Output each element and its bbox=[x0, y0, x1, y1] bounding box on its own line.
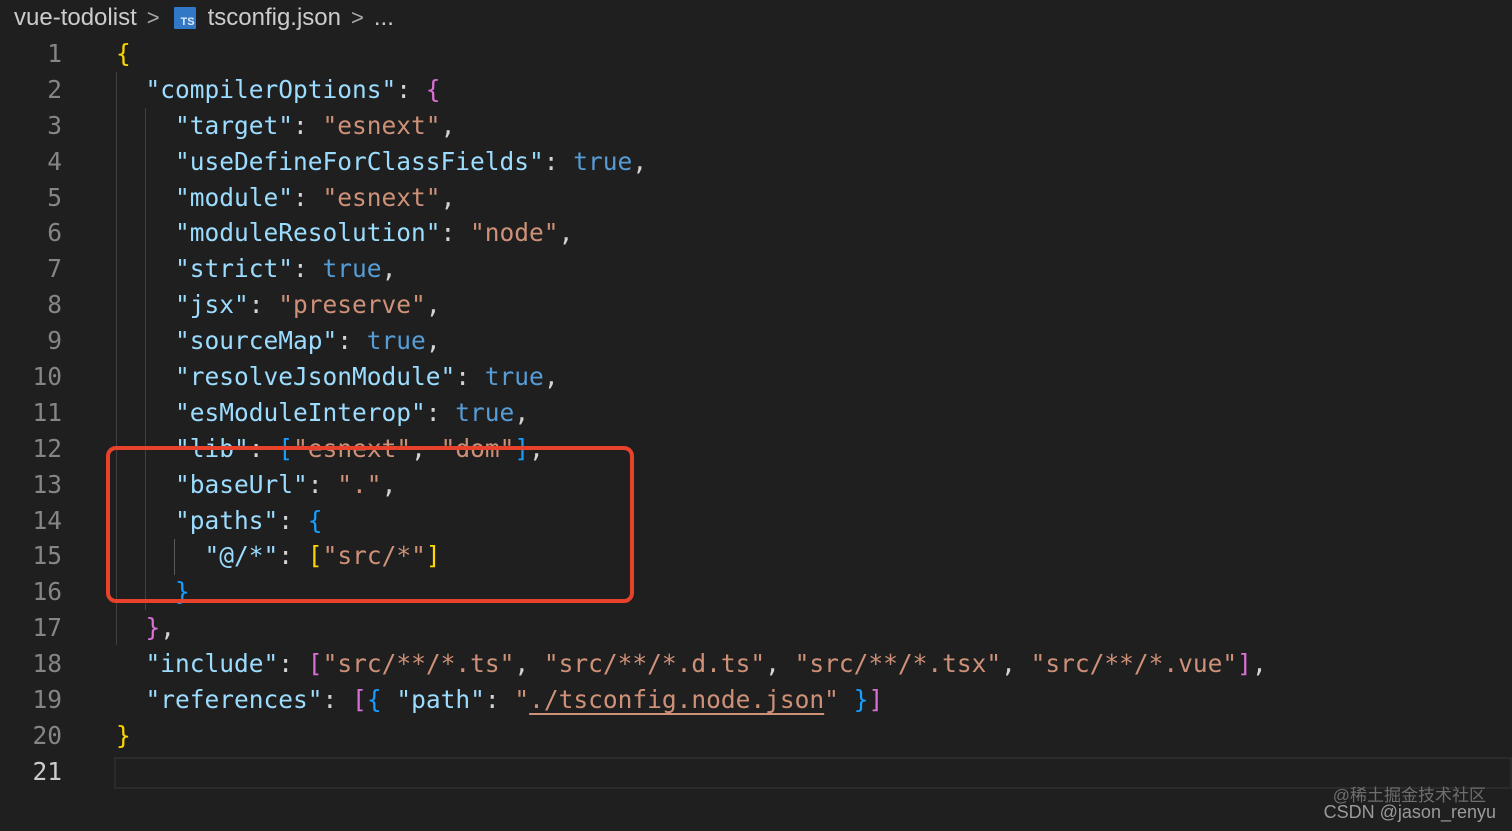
code-line[interactable]: 7 "strict": true, bbox=[0, 251, 1512, 287]
line-number: 19 bbox=[32, 685, 62, 715]
code-text: "include": ["src/**/*.ts", "src/**/*.d.t… bbox=[145, 649, 1267, 679]
code-line[interactable]: 1{ bbox=[0, 36, 1512, 72]
line-number: 8 bbox=[47, 290, 62, 320]
line-number: 7 bbox=[47, 254, 62, 284]
code-line[interactable]: 11 "esModuleInterop": true, bbox=[0, 395, 1512, 431]
line-number: 21 bbox=[32, 756, 62, 786]
line-number: 5 bbox=[47, 182, 62, 212]
code-line[interactable]: 10 "resolveJsonModule": true, bbox=[0, 359, 1512, 395]
line-number: 3 bbox=[47, 110, 62, 140]
code-line[interactable]: 3 "target": "esnext", bbox=[0, 108, 1512, 144]
breadcrumb: vue-todolist > TS tsconfig.json > ... bbox=[0, 0, 1512, 36]
breadcrumb-more[interactable]: ... bbox=[374, 4, 394, 32]
breadcrumb-file[interactable]: tsconfig.json bbox=[208, 4, 341, 32]
code-editor[interactable]: 1{2 "compilerOptions": {3 "target": "esn… bbox=[0, 36, 1512, 790]
line-number: 4 bbox=[47, 146, 62, 176]
watermark-csdn: CSDN @jason_renyu bbox=[1323, 802, 1496, 822]
line-number: 6 bbox=[47, 218, 62, 248]
code-text: "esModuleInterop": true, bbox=[175, 397, 530, 427]
code-text: "moduleResolution": "node", bbox=[175, 218, 574, 248]
line-number: 10 bbox=[32, 362, 62, 392]
code-text: "strict": true, bbox=[175, 254, 397, 284]
code-line[interactable]: 4 "useDefineForClassFields": true, bbox=[0, 144, 1512, 180]
line-number: 11 bbox=[32, 397, 62, 427]
code-text: "compilerOptions": { bbox=[145, 74, 441, 104]
code-line[interactable]: 20} bbox=[0, 718, 1512, 754]
code-text: { bbox=[116, 39, 131, 68]
code-text: }, bbox=[145, 613, 176, 643]
code-text: "references": [{ "path": "./tsconfig.nod… bbox=[145, 685, 884, 715]
line-number: 12 bbox=[32, 433, 62, 463]
typescript-file-icon: TS bbox=[173, 7, 196, 29]
code-line[interactable]: 6 "moduleResolution": "node", bbox=[0, 215, 1512, 251]
line-number: 16 bbox=[32, 577, 62, 607]
line-number: 2 bbox=[47, 74, 62, 104]
line-number: 17 bbox=[32, 613, 62, 643]
line-number: 1 bbox=[47, 39, 62, 68]
chevron-right-icon: > bbox=[351, 5, 364, 30]
code-line[interactable]: 8 "jsx": "preserve", bbox=[0, 287, 1512, 323]
code-text: } bbox=[116, 720, 131, 750]
annotation-highlight-box bbox=[106, 446, 634, 603]
code-line[interactable]: 19 "references": [{ "path": "./tsconfig.… bbox=[0, 682, 1512, 718]
code-text: "target": "esnext", bbox=[175, 110, 456, 140]
current-line-highlight bbox=[114, 757, 1512, 789]
chevron-right-icon: > bbox=[146, 5, 160, 30]
line-number: 9 bbox=[47, 326, 62, 356]
code-text: "sourceMap": true, bbox=[175, 326, 441, 356]
code-line[interactable]: 2 "compilerOptions": { bbox=[0, 72, 1512, 108]
code-line[interactable]: 18 "include": ["src/**/*.ts", "src/**/*.… bbox=[0, 646, 1512, 682]
code-line[interactable]: 17 }, bbox=[0, 610, 1512, 646]
line-number: 13 bbox=[32, 469, 62, 499]
code-text: "resolveJsonModule": true, bbox=[175, 362, 559, 392]
line-number: 20 bbox=[32, 720, 62, 750]
line-number: 15 bbox=[32, 541, 62, 571]
code-text: "jsx": "preserve", bbox=[175, 290, 441, 320]
line-number: 18 bbox=[32, 649, 62, 679]
code-text: "module": "esnext", bbox=[175, 182, 456, 212]
code-line[interactable]: 5 "module": "esnext", bbox=[0, 180, 1512, 216]
code-text: "useDefineForClassFields": true, bbox=[175, 146, 648, 176]
line-number: 14 bbox=[32, 505, 62, 535]
breadcrumb-folder[interactable]: vue-todolist bbox=[14, 4, 137, 32]
code-line[interactable]: 9 "sourceMap": true, bbox=[0, 323, 1512, 359]
